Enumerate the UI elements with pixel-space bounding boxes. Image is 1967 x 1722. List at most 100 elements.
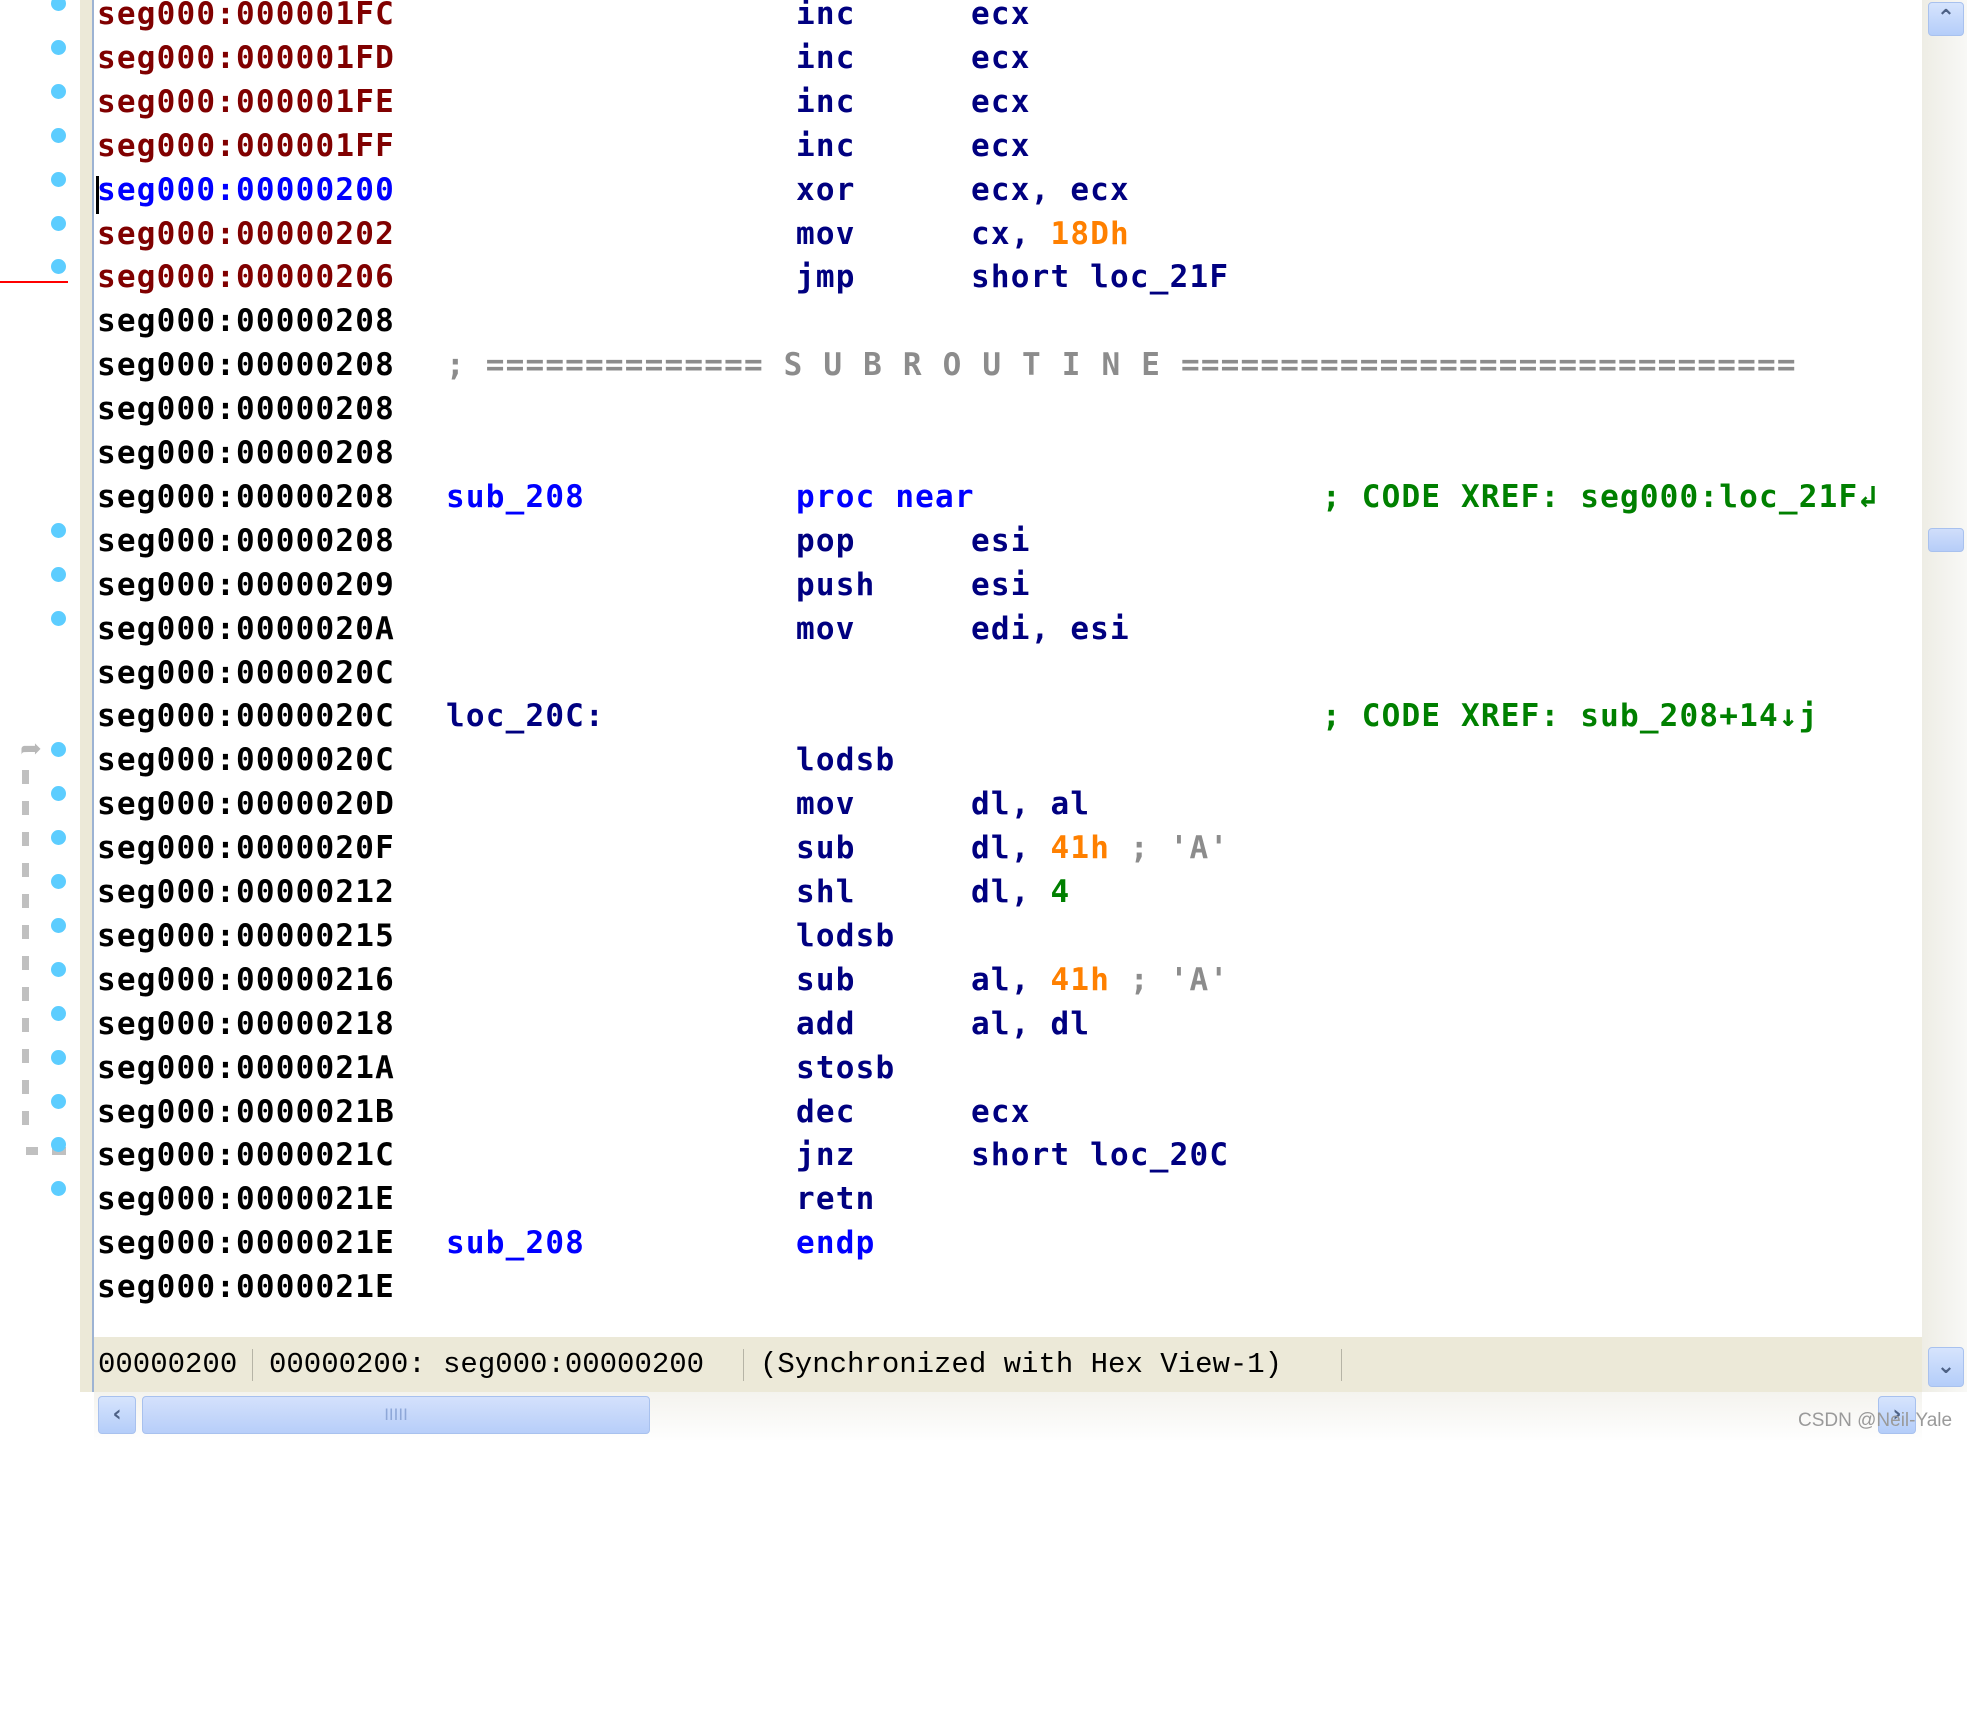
listing-row[interactable]: seg000:0000020F sub dl, 41h ; 'A': [94, 826, 1922, 870]
trace-dot-icon: [51, 215, 66, 231]
scroll-left-button[interactable]: ‹: [98, 1396, 136, 1434]
operands: al, dl: [971, 1002, 1090, 1046]
listing-row[interactable]: seg000:0000021B dec ecx: [94, 1090, 1922, 1134]
trace-dot-icon: [51, 610, 66, 626]
mnemonic: endp: [796, 1225, 876, 1262]
listing-row[interactable]: seg000:00000218 add al, dl: [94, 1002, 1922, 1046]
mnemonic: jmp: [796, 259, 856, 296]
vertical-scroll-thumb[interactable]: [1928, 528, 1964, 552]
jump-target-arrow-icon: ➦: [20, 734, 42, 764]
listing-row[interactable]: seg000:00000208: [94, 299, 1922, 343]
listing-row[interactable]: seg000:00000209 push esi: [94, 563, 1922, 607]
loop-flow-line: [22, 894, 29, 908]
operands: esi: [971, 563, 1031, 607]
listing-row[interactable]: seg000:0000020D mov dl, al: [94, 782, 1922, 826]
jump-flow-arrow-red: [0, 281, 68, 283]
address: seg000:0000020D: [97, 786, 395, 823]
loop-flow-line: [22, 925, 29, 939]
listing-row[interactable]: seg000:00000215 lodsb: [94, 914, 1922, 958]
trace-dot-icon: [51, 83, 66, 99]
listing-row[interactable]: seg000:0000021E sub_208 endp: [94, 1221, 1922, 1265]
operand: dl, al: [971, 786, 1091, 823]
listing-row[interactable]: seg000:00000206 jmp short loc_21F: [94, 255, 1922, 299]
mnemonic: xor: [796, 171, 856, 208]
status-bar: 00000200 00000200: seg000:00000200 (Sync…: [94, 1337, 1922, 1392]
listing-row[interactable]: seg000:00000200 xor ecx, ecx: [94, 168, 1922, 212]
address: seg000:00000218: [97, 1005, 395, 1042]
operands: al, 41h ; 'A': [971, 958, 1229, 1002]
loop-flow-line: [22, 863, 29, 877]
mnemonic: add: [796, 1005, 856, 1042]
operands: ecx: [971, 1090, 1031, 1134]
disassembly-listing[interactable]: seg000:000001FC inc ecx seg000:000001FD inc e…: [94, 0, 1922, 1337]
trace-dot-icon: [51, 961, 66, 977]
mnemonic: jnz: [796, 1137, 856, 1174]
auto-comment: ; 'A': [1110, 830, 1230, 867]
status-location: 00000200: seg000:00000200: [269, 1348, 705, 1381]
mnemonic: inc: [796, 83, 856, 120]
vertical-scrollbar[interactable]: [1922, 0, 1967, 1392]
listing-row[interactable]: seg000:00000208 ; ============== S U B R …: [94, 343, 1922, 387]
xref-comment[interactable]: ; CODE XREF: seg000:loc_21F↲: [1322, 475, 1878, 519]
subroutine-separator: ; ============== S U B R O U T I N E ===…: [446, 347, 1797, 384]
listing-row[interactable]: seg000:0000020C: [94, 651, 1922, 695]
listing-row[interactable]: seg000:00000208 pop esi: [94, 519, 1922, 563]
operands: dl, 4: [971, 870, 1070, 914]
status-offset: 00000200: [98, 1348, 238, 1381]
listing-row[interactable]: seg000:0000020A mov edi, esi: [94, 607, 1922, 651]
listing-row[interactable]: seg000:0000020C lodsb: [94, 738, 1922, 782]
trace-dot-icon: [51, 1005, 66, 1021]
text-cursor: [96, 176, 99, 214]
listing-row[interactable]: seg000:0000020C loc_20C: ; CODE XREF: sub_…: [94, 694, 1922, 738]
status-sync: (Synchronized with Hex View-1): [760, 1348, 1283, 1381]
code-label[interactable]: sub_208: [446, 1221, 585, 1265]
code-label[interactable]: sub_208: [446, 475, 585, 519]
status-divider: [743, 1349, 744, 1381]
listing-row[interactable]: seg000:00000208: [94, 431, 1922, 475]
listing-row[interactable]: seg000:000001FE inc ecx: [94, 80, 1922, 124]
address: seg000:000001FF: [97, 127, 395, 164]
address: seg000:0000020C: [97, 698, 395, 735]
horizontal-scroll-thumb[interactable]: IIIII: [142, 1396, 650, 1434]
listing-row[interactable]: seg000:00000216 sub al, 41h ; 'A': [94, 958, 1922, 1002]
trace-dot-icon: [51, 566, 66, 582]
trace-dot-icon: [51, 127, 66, 143]
xref-comment[interactable]: ; CODE XREF: sub_208+14↓j: [1322, 694, 1819, 738]
trace-dot-icon: [51, 522, 66, 538]
loop-flow-line: [22, 1018, 29, 1032]
loop-flow-line: [26, 1147, 38, 1155]
listing-row[interactable]: seg000:0000021E: [94, 1265, 1922, 1309]
trace-dot-icon: [51, 830, 66, 846]
immediate-value: 41h: [1050, 830, 1111, 867]
address: seg000:0000021C: [97, 1137, 395, 1174]
operand: short loc_21F: [971, 259, 1230, 296]
mnemonic: shl: [796, 874, 856, 910]
mnemonic: retn: [796, 1181, 876, 1218]
auto-comment: ; 'A': [1110, 961, 1230, 998]
operand: al,: [971, 961, 1051, 998]
listing-row[interactable]: seg000:0000021C jnz short loc_20C: [94, 1133, 1922, 1177]
loop-flow-line: [22, 770, 29, 784]
listing-row[interactable]: seg000:00000212 shl dl, 4: [94, 870, 1922, 914]
address: seg000:00000200: [97, 171, 395, 208]
operands: esi: [971, 519, 1031, 563]
listing-row[interactable]: seg000:00000208: [94, 387, 1922, 431]
mnemonic: sub: [796, 830, 856, 867]
listing-row[interactable]: seg000:0000021E retn: [94, 1177, 1922, 1221]
listing-row[interactable]: seg000:000001FC inc ecx: [94, 0, 1922, 36]
listing-row[interactable]: seg000:0000021A stosb: [94, 1046, 1922, 1090]
operands: ecx, ecx: [971, 168, 1130, 212]
address: seg000:000001FD: [97, 39, 395, 76]
listing-row[interactable]: seg000:000001FF inc ecx: [94, 124, 1922, 168]
loop-flow-line: [22, 1111, 29, 1125]
address: seg000:00000208: [97, 522, 395, 559]
chevron-down-icon: ⌄: [1936, 1354, 1956, 1379]
mnemonic: inc: [796, 0, 856, 32]
listing-row[interactable]: seg000:000001FD inc ecx: [94, 36, 1922, 80]
operands: short loc_20C: [971, 1133, 1229, 1177]
scroll-up-button[interactable]: ⌃: [1928, 2, 1964, 36]
listing-row[interactable]: seg000:00000202 mov cx, 18Dh: [94, 212, 1922, 256]
scroll-down-button[interactable]: ⌄: [1928, 1347, 1964, 1387]
code-label[interactable]: loc_20C:: [446, 694, 605, 738]
listing-row[interactable]: seg000:00000208 sub_208 proc near ; CODE XR…: [94, 475, 1922, 519]
